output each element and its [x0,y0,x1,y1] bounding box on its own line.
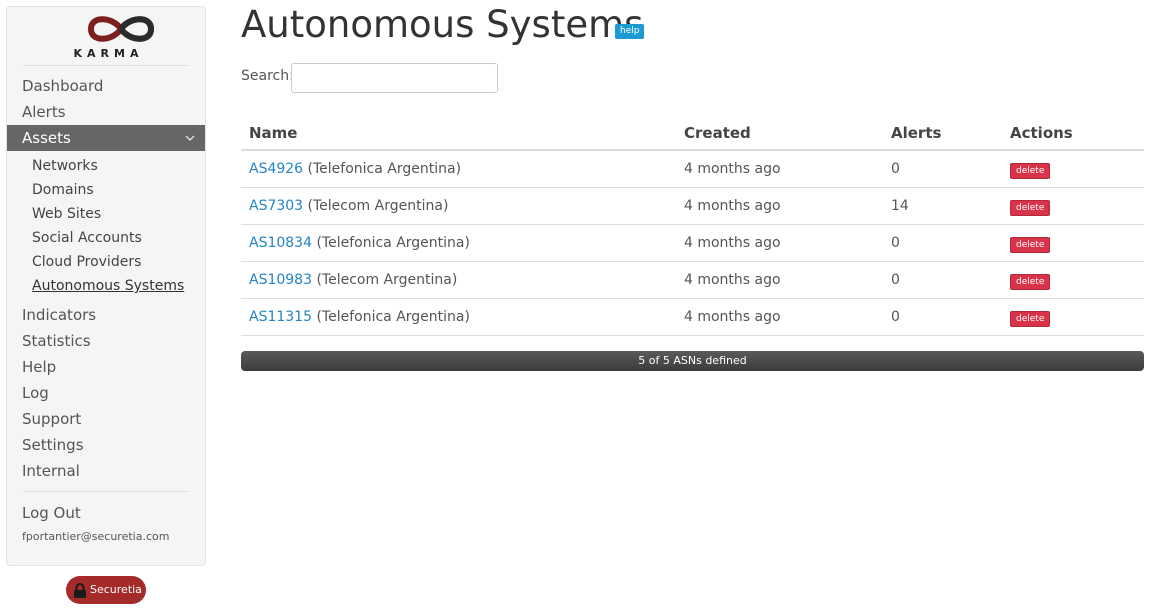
asn-org: (Telecom Argentina) [316,271,458,288]
lock-icon [73,582,87,610]
sidebar-item-label: Assets [22,129,71,147]
table-row: AS10983 (Telecom Argentina) 4 months ago… [241,261,1144,299]
alerts-cell: 0 [883,298,1002,336]
asn-org: (Telecom Argentina) [307,197,449,214]
sidebar-item-internal[interactable]: Internal [7,458,205,484]
logout-link[interactable]: Log Out [7,500,205,526]
created-cell: 4 months ago [676,150,883,188]
sidebar-item-assets[interactable]: Assets [7,125,205,151]
table-row: AS7303 (Telecom Argentina) 4 months ago … [241,187,1144,225]
actions-cell: delete [1002,187,1144,225]
securetia-badge[interactable]: Securetia [66,576,146,604]
delete-button[interactable]: delete [1010,199,1051,216]
sidebar-item-indicators[interactable]: Indicators [7,302,205,328]
subnav-item-domains[interactable]: Domains [7,178,205,202]
column-header-name[interactable]: Name [241,116,676,151]
column-header-actions: Actions [1002,116,1144,151]
page-title: Autonomous Systems [241,3,644,46]
chevron-down-icon[interactable] [185,125,195,161]
asn-link[interactable]: AS4926 [249,161,303,177]
search-label: Search: [241,68,294,84]
main-content: Autonomous Systems help Search: Name Cre… [241,0,1144,371]
sidebar-item-statistics[interactable]: Statistics [7,328,205,354]
sidebar-item-log[interactable]: Log [7,380,205,406]
table-header-row: Name Created Alerts Actions [241,116,1144,151]
subnav-item-autonomous-systems[interactable]: Autonomous Systems [7,274,205,298]
user-email: fportantier@securetia.com [22,530,170,543]
table-status-bar: 5 of 5 ASNs defined [241,350,1144,371]
created-cell: 4 months ago [676,261,883,299]
delete-button[interactable]: delete [1010,273,1051,290]
search-input[interactable] [291,63,498,93]
help-button[interactable]: help [615,24,645,39]
delete-button[interactable]: delete [1010,310,1051,327]
title-row: Autonomous Systems help [241,0,1144,58]
alerts-cell: 0 [883,261,1002,299]
asn-link[interactable]: AS10834 [249,235,312,251]
search-row: Search: [241,58,1144,108]
asn-org: (Telefonica Argentina) [316,308,470,325]
alerts-cell: 0 [883,224,1002,262]
asn-link[interactable]: AS10983 [249,272,312,288]
sidebar: KARMA Dashboard Alerts Assets Networks D… [6,6,206,566]
created-cell: 4 months ago [676,224,883,262]
created-cell: 4 months ago [676,298,883,336]
asn-cell: AS11315 (Telefonica Argentina) [241,298,676,336]
sidebar-item-settings[interactable]: Settings [7,432,205,458]
sidebar-item-dashboard[interactable]: Dashboard [7,73,205,99]
sidebar-nav: Dashboard Alerts Assets [7,73,205,151]
asn-cell: AS10834 (Telefonica Argentina) [241,224,676,262]
asn-cell: AS10983 (Telecom Argentina) [241,261,676,299]
subnav-item-cloud-providers[interactable]: Cloud Providers [7,250,205,274]
actions-cell: delete [1002,224,1144,262]
sidebar-divider [23,491,189,492]
alerts-cell: 0 [883,150,1002,188]
sidebar-item-alerts[interactable]: Alerts [7,99,205,125]
subnav-item-web-sites[interactable]: Web Sites [7,202,205,226]
alerts-cell: 14 [883,187,1002,225]
table-row: AS10834 (Telefonica Argentina) 4 months … [241,224,1144,262]
brand-badge-label: Securetia [90,583,142,596]
delete-button[interactable]: delete [1010,236,1051,253]
asn-org: (Telefonica Argentina) [307,160,462,177]
karma-logo[interactable]: KARMA [23,7,189,66]
infinity-logo-icon [87,16,155,42]
sidebar-item-support[interactable]: Support [7,406,205,432]
table-row: AS4926 (Telefonica Argentina) 4 months a… [241,150,1144,188]
table-row: AS11315 (Telefonica Argentina) 4 months … [241,298,1144,336]
asn-cell: AS7303 (Telecom Argentina) [241,187,676,225]
asn-org: (Telefonica Argentina) [316,234,470,251]
actions-cell: delete [1002,150,1144,188]
column-header-alerts[interactable]: Alerts [883,116,1002,151]
created-cell: 4 months ago [676,187,883,225]
sidebar-item-help[interactable]: Help [7,354,205,380]
assets-subnav: Networks Domains Web Sites Social Accoun… [7,154,205,298]
column-header-created[interactable]: Created [676,116,883,151]
logo-text: KARMA [73,47,144,60]
asn-link[interactable]: AS7303 [249,198,303,214]
asn-cell: AS4926 (Telefonica Argentina) [241,150,676,188]
actions-cell: delete [1002,298,1144,336]
delete-button[interactable]: delete [1010,162,1051,179]
subnav-item-networks[interactable]: Networks [7,154,205,178]
asn-table: Name Created Alerts Actions AS4926 (Tele… [241,116,1144,336]
asn-link[interactable]: AS11315 [249,309,312,325]
subnav-item-social-accounts[interactable]: Social Accounts [7,226,205,250]
sidebar-nav-bottom: Indicators Statistics Help Log Support S… [7,302,205,484]
actions-cell: delete [1002,261,1144,299]
